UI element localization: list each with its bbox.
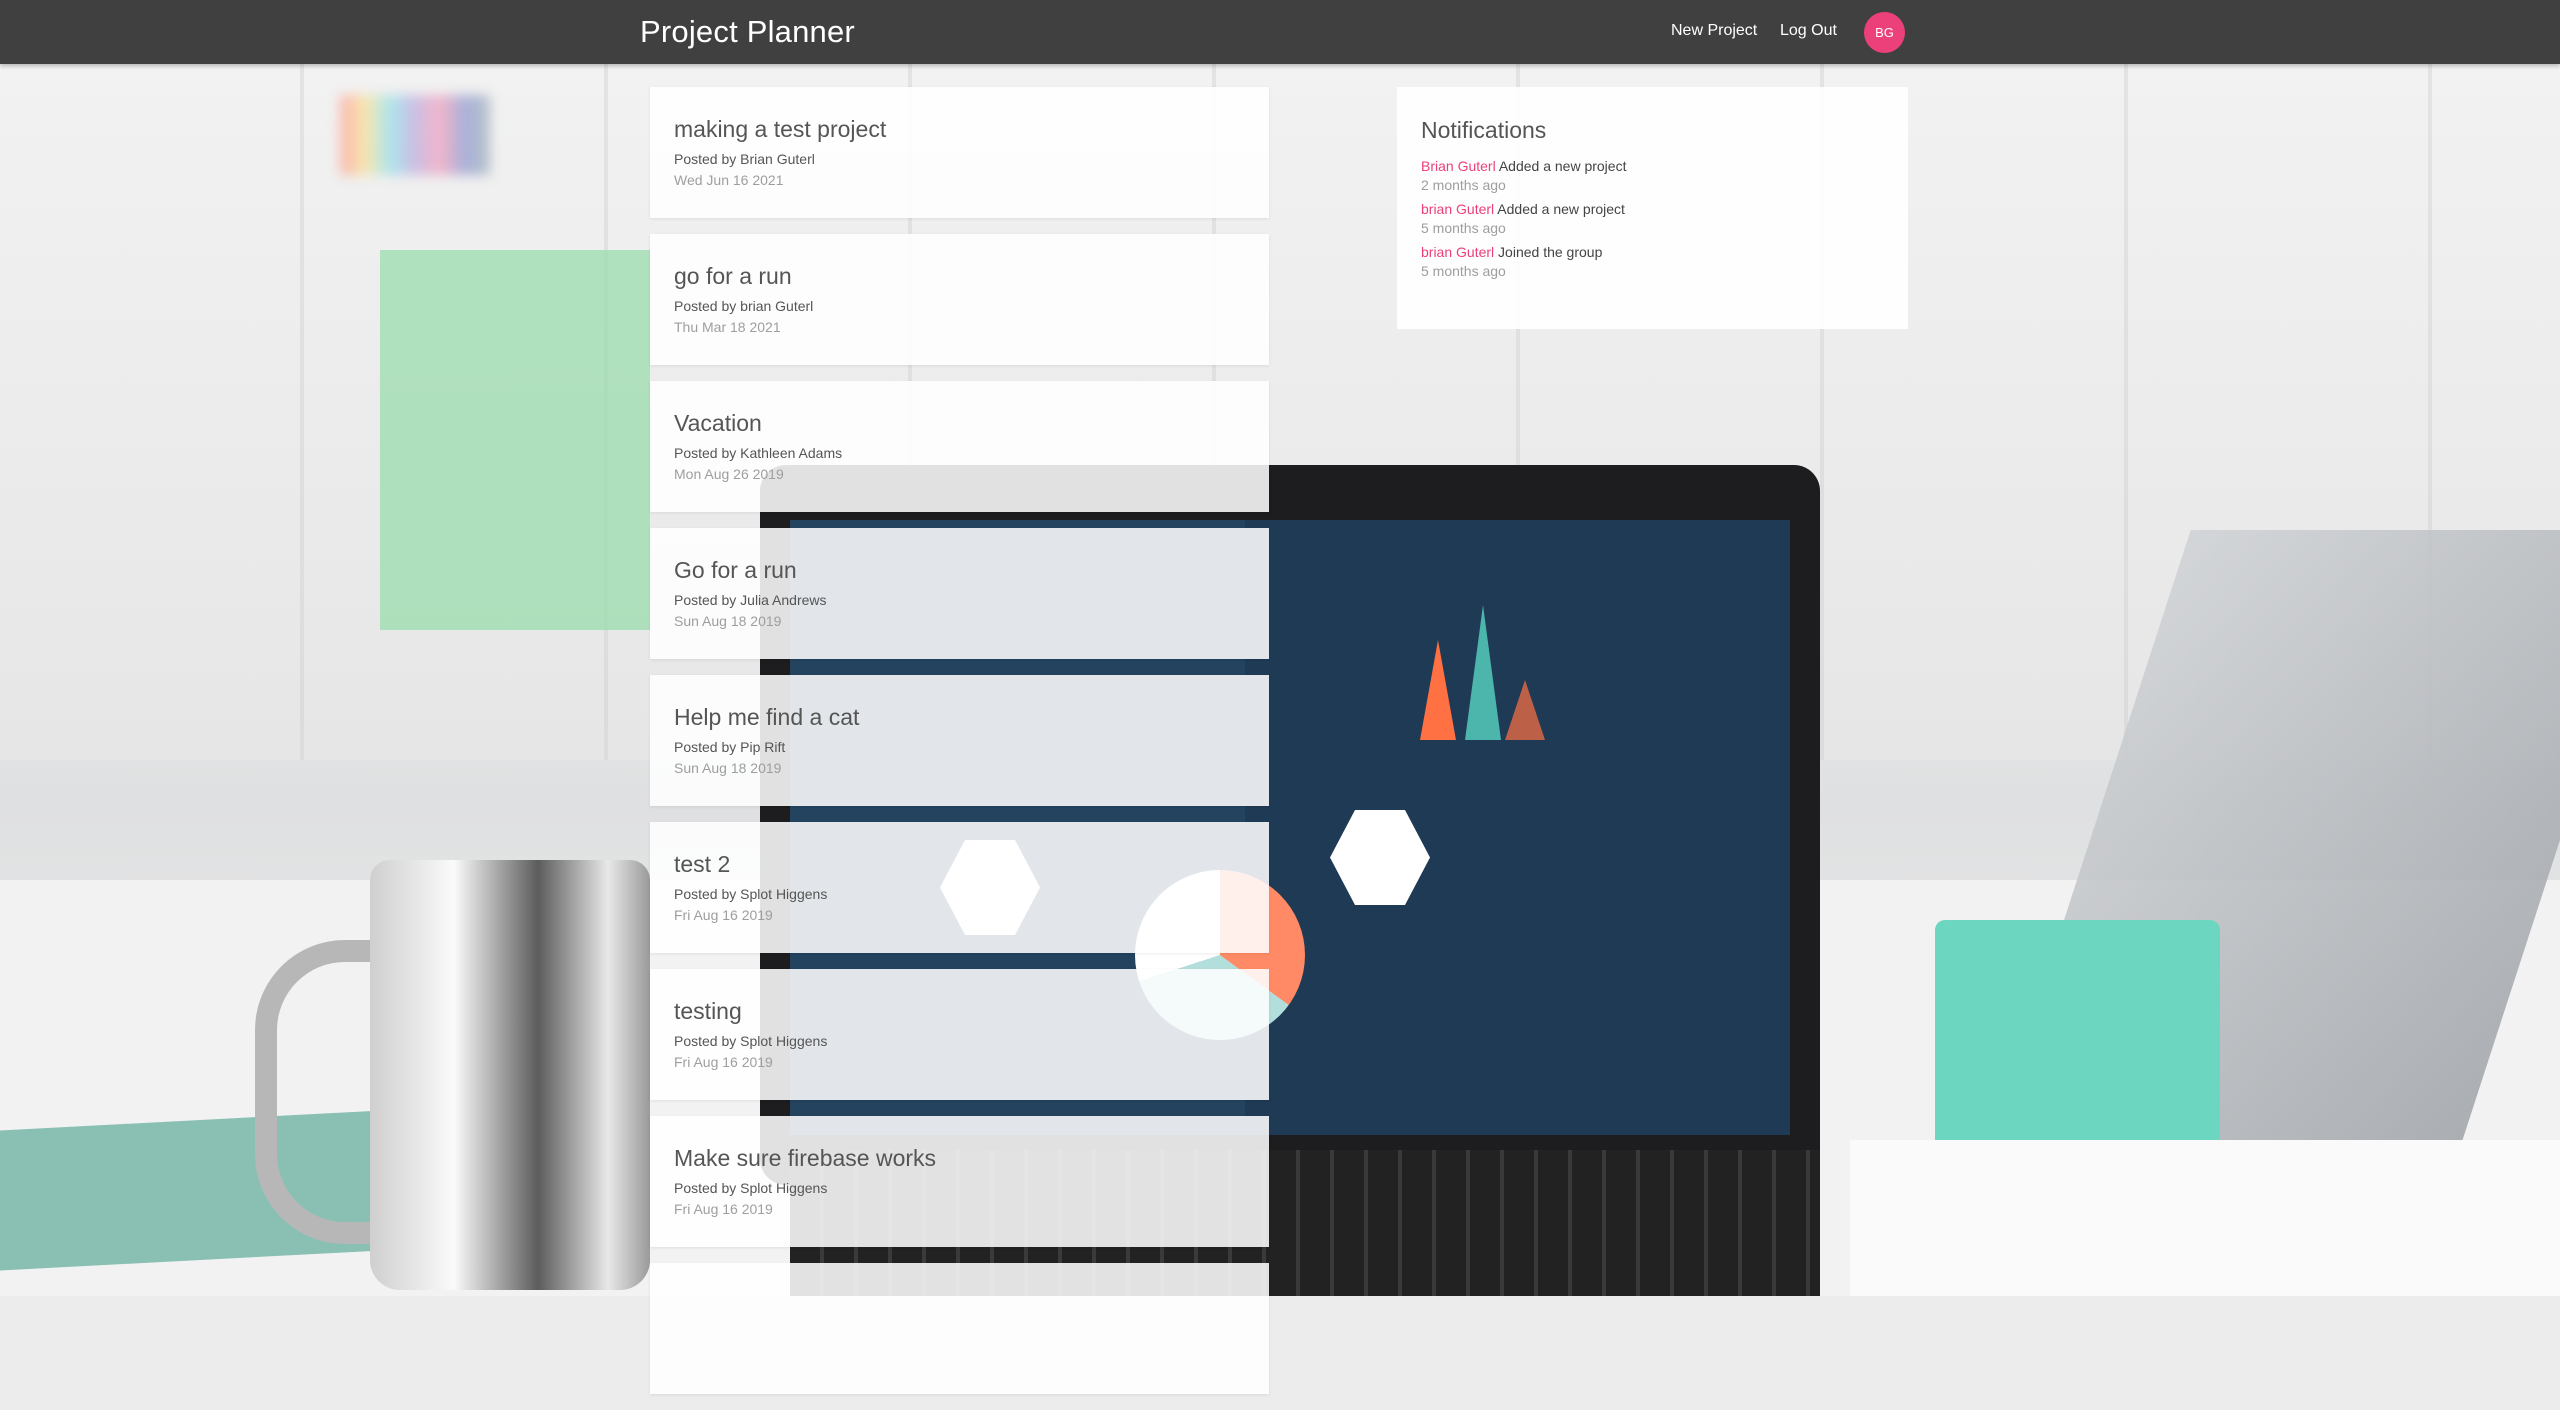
notification-item: Brian Guterl Added a new project 2 month… (1421, 157, 1884, 195)
project-card[interactable]: test 2 Posted by Splot Higgens Fri Aug 1… (650, 822, 1269, 953)
project-author: Posted by Splot Higgens (674, 1180, 828, 1196)
project-author: Posted by Splot Higgens (674, 1033, 828, 1049)
project-card[interactable]: Help me find a cat Posted by Pip Rift Su… (650, 675, 1269, 806)
brand-logo-link[interactable]: Project Planner (640, 14, 855, 50)
background-books (340, 95, 490, 175)
project-date: Wed Jun 16 2021 (674, 172, 784, 188)
user-avatar[interactable]: BG (1864, 12, 1905, 53)
logout-link[interactable]: Log Out (1780, 22, 1837, 40)
notifications-heading: Notifications (1421, 117, 1547, 143)
navbar: Project Planner New Project Log Out BG (0, 0, 2560, 64)
project-card[interactable]: Go for a run Posted by Julia Andrews Sun… (650, 528, 1269, 659)
project-author: Posted by Splot Higgens (674, 886, 828, 902)
project-author: Posted by Julia Andrews (674, 592, 827, 608)
background-papers (1850, 1140, 2560, 1296)
notification-action: Added a new project (1498, 158, 1627, 174)
project-title: test 2 (674, 851, 731, 877)
notification-user: brian Guterl (1421, 201, 1495, 217)
notification-action: Joined the group (1498, 244, 1603, 260)
project-author: Posted by brian Guterl (674, 298, 814, 314)
project-date: Sun Aug 18 2019 (674, 760, 782, 776)
notification-time: 2 months ago (1421, 177, 1506, 193)
project-date: Fri Aug 16 2019 (674, 1054, 773, 1070)
notifications-panel: Notifications Brian Guterl Added a new p… (1397, 87, 1908, 329)
project-card-partial[interactable] (650, 1263, 1269, 1394)
project-card[interactable]: making a test project Posted by Brian Gu… (650, 87, 1269, 218)
background-laptop-screen (1245, 520, 1790, 1135)
project-title: Vacation (674, 410, 762, 436)
project-list: making a test project Posted by Brian Gu… (650, 87, 1269, 1410)
notification-action: Added a new project (1497, 201, 1625, 217)
project-title: testing (674, 998, 742, 1024)
background-speaker (1935, 920, 2220, 1170)
project-date: Thu Mar 18 2021 (674, 319, 781, 335)
new-project-link[interactable]: New Project (1671, 22, 1757, 40)
notification-user: brian Guterl (1421, 244, 1495, 260)
project-title: go for a run (674, 263, 792, 289)
project-title: making a test project (674, 116, 887, 142)
notification-item: brian Guterl Joined the group 5 months a… (1421, 243, 1884, 281)
project-card[interactable]: testing Posted by Splot Higgens Fri Aug … (650, 969, 1269, 1100)
project-author: Posted by Pip Rift (674, 739, 786, 755)
notifications-list: Brian Guterl Added a new project 2 month… (1421, 157, 1884, 281)
project-date: Fri Aug 16 2019 (674, 1201, 773, 1217)
project-card[interactable]: go for a run Posted by brian Guterl Thu … (650, 234, 1269, 365)
notification-line: Brian Guterl Added a new project (1421, 157, 1884, 175)
notification-item: brian Guterl Added a new project 5 month… (1421, 200, 1884, 238)
notification-line: brian Guterl Added a new project (1421, 200, 1884, 218)
notification-user: Brian Guterl (1421, 158, 1496, 174)
project-date: Sun Aug 18 2019 (674, 613, 782, 629)
background-image (0, 0, 2560, 1296)
project-card[interactable]: Make sure firebase works Posted by Splot… (650, 1116, 1269, 1247)
project-title: Make sure firebase works (674, 1145, 937, 1171)
project-date: Fri Aug 16 2019 (674, 907, 773, 923)
background-screen-peak (1420, 640, 1456, 740)
background-screen-peak (1465, 605, 1501, 740)
project-card[interactable]: Vacation Posted by Kathleen Adams Mon Au… (650, 381, 1269, 512)
project-title: Help me find a cat (674, 704, 860, 730)
project-title: Go for a run (674, 557, 797, 583)
notification-time: 5 months ago (1421, 220, 1506, 236)
background-mug (370, 860, 650, 1290)
project-author: Posted by Kathleen Adams (674, 445, 843, 461)
notification-time: 5 months ago (1421, 263, 1506, 279)
background-screen-peak (1505, 680, 1545, 740)
project-author: Posted by Brian Guterl (674, 151, 815, 167)
project-date: Mon Aug 26 2019 (674, 466, 784, 482)
background-green-board (380, 250, 650, 630)
notification-line: brian Guterl Joined the group (1421, 243, 1884, 261)
